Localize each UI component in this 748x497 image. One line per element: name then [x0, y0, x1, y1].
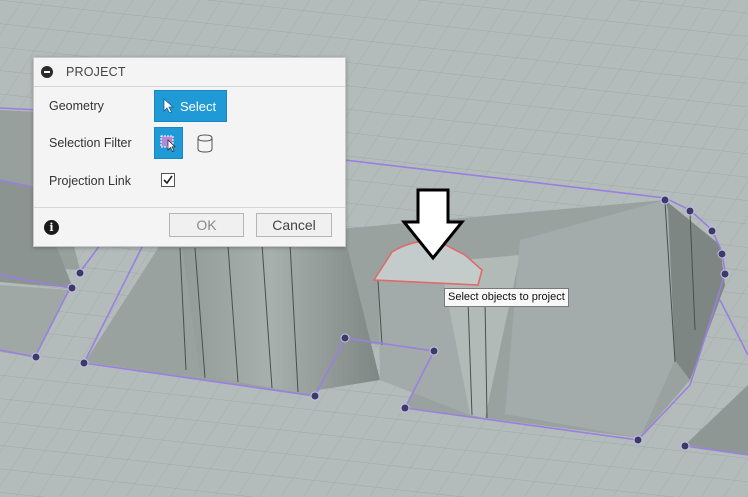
projection-link-label: Projection Link — [49, 174, 131, 188]
geometry-row: Geometry Select — [34, 89, 345, 123]
filter-specified-entities-button[interactable] — [154, 127, 183, 159]
vertex[interactable] — [717, 249, 727, 259]
vertex[interactable] — [75, 268, 85, 278]
checkmark-icon — [163, 175, 173, 185]
cursor-arrow-icon — [163, 98, 175, 114]
vertex[interactable] — [707, 226, 717, 236]
vertex[interactable] — [31, 352, 41, 362]
vertex[interactable] — [660, 195, 670, 205]
geometry-select-button[interactable]: Select — [154, 90, 227, 122]
info-icon[interactable]: i — [44, 220, 59, 235]
selection-filter-row: Selection Filter — [34, 126, 345, 160]
projection-link-row: Projection Link — [34, 164, 345, 198]
projection-link-checkbox[interactable] — [161, 173, 175, 187]
dialog-header: PROJECT — [34, 58, 345, 87]
select-button-label: Select — [180, 98, 217, 114]
vertex[interactable] — [310, 391, 320, 401]
select-tooltip: Select objects to project — [444, 288, 569, 307]
filter-bodies-button[interactable] — [195, 134, 215, 154]
project-dialog: PROJECT Geometry Select Selection Filter… — [33, 57, 346, 247]
dialog-title: PROJECT — [66, 65, 126, 79]
collapse-icon[interactable] — [41, 66, 53, 78]
vertex[interactable] — [633, 435, 643, 445]
body-cylinder-icon — [197, 134, 213, 153]
vertex[interactable] — [680, 441, 690, 451]
vertex[interactable] — [400, 403, 410, 413]
dialog-footer: i OK Cancel — [34, 207, 345, 247]
vertex[interactable] — [79, 358, 89, 368]
vertex[interactable] — [340, 333, 350, 343]
vertex[interactable] — [685, 206, 695, 216]
geometry-label: Geometry — [49, 99, 104, 113]
cancel-button[interactable]: Cancel — [256, 213, 332, 237]
select-entities-icon — [160, 135, 176, 152]
vertex[interactable] — [429, 346, 439, 356]
selection-filter-label: Selection Filter — [49, 136, 132, 150]
vertex[interactable] — [720, 269, 730, 279]
vertex[interactable] — [67, 283, 77, 293]
ok-button[interactable]: OK — [169, 213, 244, 237]
